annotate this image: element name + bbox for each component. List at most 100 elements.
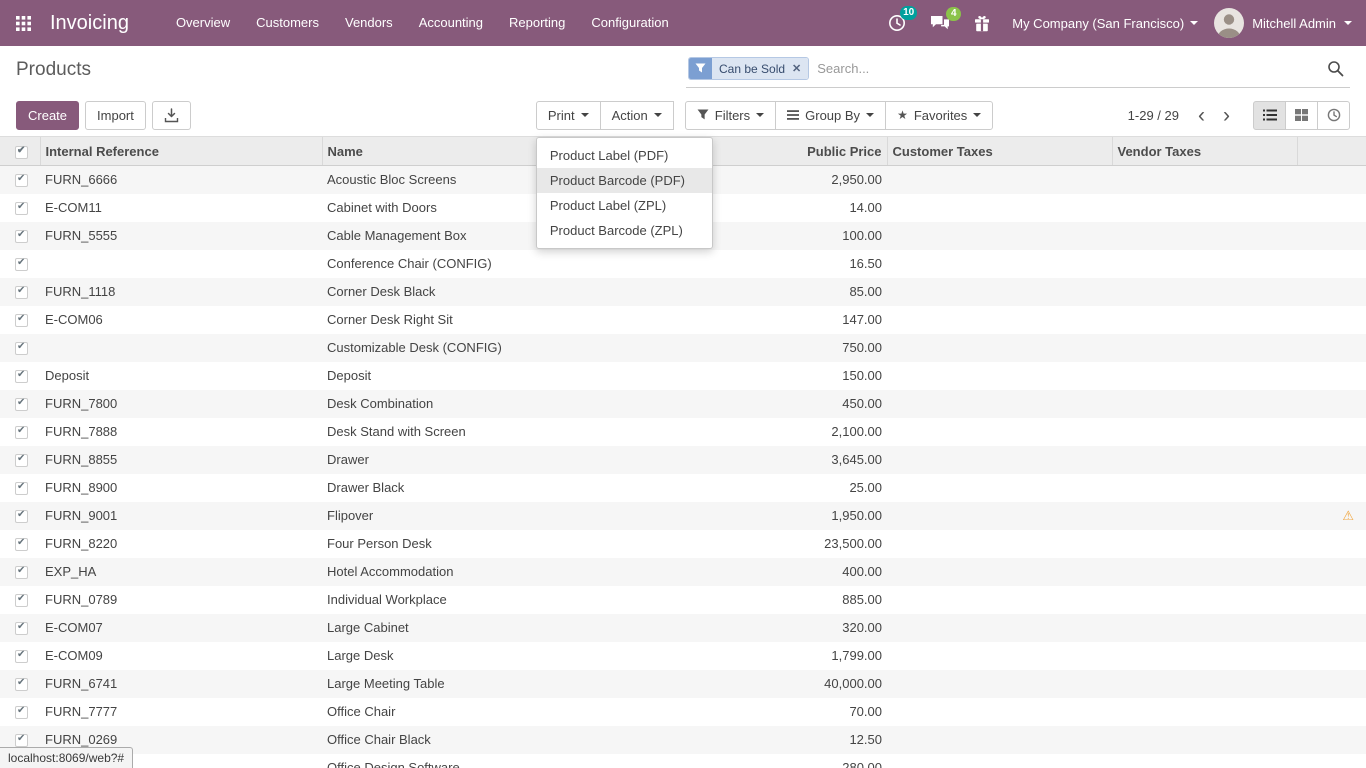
row-checkbox[interactable]	[15, 314, 28, 327]
table-row[interactable]: Customizable Desk (CONFIG) 750.00	[0, 334, 1366, 362]
cell-internal-reference: FURN_7777	[40, 698, 322, 726]
table-row[interactable]: EXP_HA Hotel Accommodation 400.00	[0, 558, 1366, 586]
pager-next-button[interactable]: ›	[1214, 105, 1239, 126]
table-row[interactable]: FURN_7888 Desk Stand with Screen 2,100.0…	[0, 418, 1366, 446]
pager-previous-button[interactable]: ‹	[1189, 105, 1214, 126]
table-row[interactable]: E-COM06 Corner Desk Right Sit 147.00	[0, 306, 1366, 334]
cell-vendor-taxes	[1112, 194, 1297, 222]
row-checkbox[interactable]	[15, 370, 28, 383]
facet-filter-icon	[689, 58, 712, 79]
row-checkbox[interactable]	[15, 510, 28, 523]
print-button[interactable]: Print	[536, 101, 601, 130]
table-row[interactable]: FURN_0269 Office Chair Black 12.50	[0, 726, 1366, 754]
cell-name: Corner Desk Right Sit	[322, 306, 707, 334]
activities-menu-button[interactable]: 10	[876, 14, 918, 32]
app-name[interactable]: Invoicing	[50, 12, 129, 35]
row-checkbox[interactable]	[15, 230, 28, 243]
list-view-button[interactable]	[1253, 101, 1286, 130]
row-checkbox[interactable]	[15, 734, 28, 747]
column-header-extra	[1297, 137, 1366, 166]
activity-view-button[interactable]	[1317, 101, 1350, 130]
search-button[interactable]	[1327, 60, 1348, 77]
table-row[interactable]: FURN_9001 Flipover 1,950.00 ⚠	[0, 502, 1366, 530]
menu-item-configuration[interactable]: Configuration	[578, 0, 681, 46]
table-row[interactable]: E-COM07 Large Cabinet 320.00	[0, 614, 1366, 642]
search-input[interactable]	[817, 61, 1319, 76]
group-by-button[interactable]: Group By	[775, 101, 886, 130]
print-menu-item[interactable]: Product Barcode (ZPL)	[537, 218, 712, 243]
company-switcher[interactable]: My Company (San Francisco)	[1012, 16, 1198, 31]
row-checkbox[interactable]	[15, 258, 28, 271]
cell-public-price: 885.00	[707, 586, 887, 614]
cell-vendor-taxes	[1112, 726, 1297, 754]
table-row[interactable]: FURN_8855 Drawer 3,645.00	[0, 446, 1366, 474]
table-row[interactable]: FURN_7800 Desk Combination 450.00	[0, 390, 1366, 418]
table-row[interactable]: Office Design Software 280.00	[0, 754, 1366, 768]
column-header-vendor-taxes[interactable]: Vendor Taxes	[1112, 137, 1297, 166]
messages-menu-button[interactable]: 4	[918, 15, 962, 32]
column-header-internal-reference[interactable]: Internal Reference	[40, 137, 322, 166]
row-checkbox[interactable]	[15, 426, 28, 439]
row-checkbox[interactable]	[15, 202, 28, 215]
chevron-down-icon	[654, 113, 662, 117]
kanban-view-button[interactable]	[1285, 101, 1318, 130]
row-checkbox[interactable]	[15, 174, 28, 187]
kanban-view-icon	[1295, 109, 1308, 121]
favorites-button[interactable]: ★ Favorites	[885, 101, 993, 130]
table-row[interactable]: Deposit Deposit 150.00	[0, 362, 1366, 390]
row-checkbox[interactable]	[15, 454, 28, 467]
row-checkbox[interactable]	[15, 650, 28, 663]
row-checkbox[interactable]	[15, 622, 28, 635]
menu-item-customers[interactable]: Customers	[243, 0, 332, 46]
row-checkbox[interactable]	[15, 566, 28, 579]
cell-internal-reference: FURN_5555	[40, 222, 322, 250]
table-row[interactable]: FURN_8900 Drawer Black 25.00	[0, 474, 1366, 502]
select-all-checkbox[interactable]	[15, 146, 28, 159]
row-checkbox[interactable]	[15, 286, 28, 299]
menu-item-vendors[interactable]: Vendors	[332, 0, 406, 46]
column-header-public-price[interactable]: Public Price	[707, 137, 887, 166]
menu-item-accounting[interactable]: Accounting	[406, 0, 496, 46]
table-row[interactable]: FURN_8220 Four Person Desk 23,500.00	[0, 530, 1366, 558]
print-menu-item[interactable]: Product Barcode (PDF)	[537, 168, 712, 193]
action-button[interactable]: Action	[600, 101, 674, 130]
filters-button[interactable]: Filters	[685, 101, 776, 130]
cell-name: Deposit	[322, 362, 707, 390]
print-menu-item[interactable]: Product Label (ZPL)	[537, 193, 712, 218]
cell-public-price: 100.00	[707, 222, 887, 250]
chevron-down-icon	[756, 113, 764, 117]
cell-name: Office Chair	[322, 698, 707, 726]
row-checkbox[interactable]	[15, 538, 28, 551]
table-row[interactable]: FURN_7777 Office Chair 70.00	[0, 698, 1366, 726]
facet-remove-icon[interactable]: ✕	[792, 62, 801, 75]
menu-item-reporting[interactable]: Reporting	[496, 0, 578, 46]
cell-public-price: 1,950.00	[707, 502, 887, 530]
table-row[interactable]: FURN_0789 Individual Workplace 885.00	[0, 586, 1366, 614]
cell-name: Drawer Black	[322, 474, 707, 502]
group-by-button-label: Group By	[805, 108, 860, 123]
table-row[interactable]: Conference Chair (CONFIG) 16.50	[0, 250, 1366, 278]
row-checkbox[interactable]	[15, 594, 28, 607]
row-checkbox[interactable]	[15, 706, 28, 719]
export-button[interactable]	[152, 101, 191, 130]
cell-public-price: 320.00	[707, 614, 887, 642]
cell-vendor-taxes	[1112, 530, 1297, 558]
row-checkbox[interactable]	[15, 398, 28, 411]
chevron-down-icon	[581, 113, 589, 117]
table-row[interactable]: E-COM09 Large Desk 1,799.00	[0, 642, 1366, 670]
print-menu-item[interactable]: Product Label (PDF)	[537, 143, 712, 168]
user-menu[interactable]: Mitchell Admin	[1214, 8, 1352, 38]
import-button[interactable]: Import	[85, 101, 146, 130]
cell-internal-reference: FURN_8900	[40, 474, 322, 502]
search-view[interactable]: Can be Sold ✕	[686, 52, 1350, 88]
row-checkbox[interactable]	[15, 342, 28, 355]
table-row[interactable]: FURN_1118 Corner Desk Black 85.00	[0, 278, 1366, 306]
create-button[interactable]: Create	[16, 101, 79, 130]
column-header-customer-taxes[interactable]: Customer Taxes	[887, 137, 1112, 166]
menu-item-overview[interactable]: Overview	[163, 0, 243, 46]
table-row[interactable]: FURN_6741 Large Meeting Table 40,000.00	[0, 670, 1366, 698]
rewards-menu-button[interactable]	[962, 15, 1002, 32]
row-checkbox[interactable]	[15, 678, 28, 691]
row-checkbox[interactable]	[15, 482, 28, 495]
apps-menu-button[interactable]	[0, 0, 46, 46]
